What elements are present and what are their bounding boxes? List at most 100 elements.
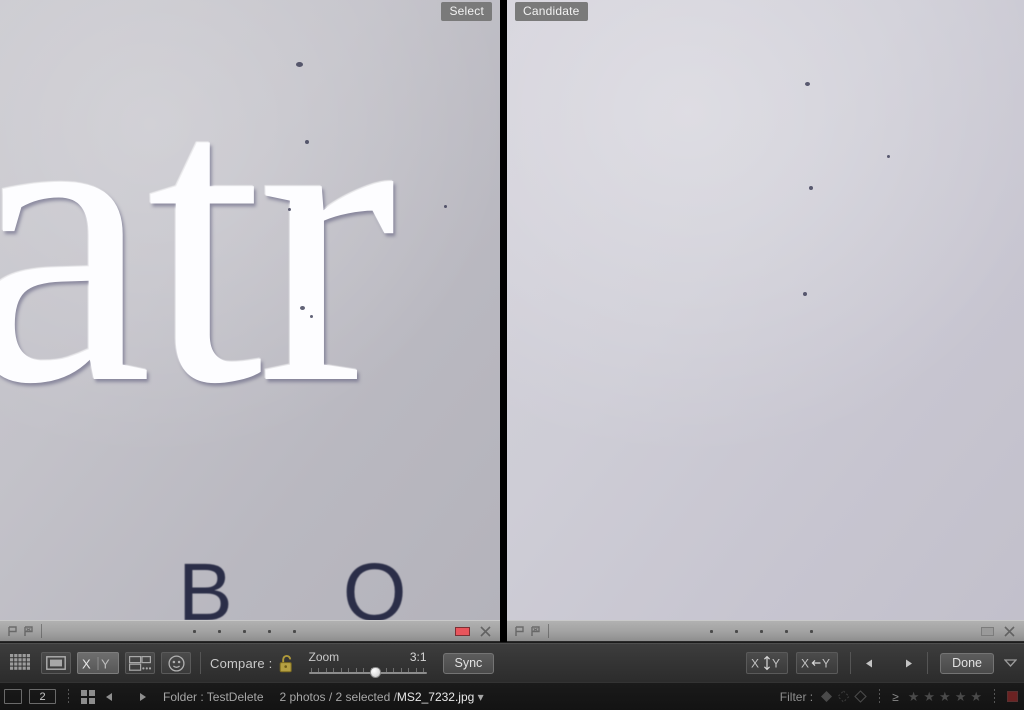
filter-color-label-swatch[interactable] bbox=[1007, 691, 1018, 702]
rating-dot[interactable] bbox=[193, 630, 196, 633]
select-photo-small-text: BO bbox=[178, 552, 500, 620]
swap-x-y-icon: X Y bbox=[750, 655, 784, 671]
flag-rejected-icon[interactable] bbox=[854, 690, 867, 703]
candidate-close-icon[interactable] bbox=[1003, 625, 1016, 638]
arrow-right-icon bbox=[895, 657, 913, 670]
candidate-flag-group bbox=[507, 626, 548, 637]
candidate-pane[interactable]: atr BO Candidate bbox=[507, 0, 1024, 620]
dust-speck bbox=[305, 140, 309, 144]
filter-controls: Filter : ≥ ★ ★ ★ ★ ★ bbox=[780, 689, 1024, 705]
toolbar-separator bbox=[200, 652, 201, 674]
lightroom-compare-window: atr BO Select atr BO Candidate bbox=[0, 0, 1024, 710]
select-photo[interactable]: atr BO bbox=[0, 0, 500, 620]
swap-button[interactable]: X Y bbox=[746, 652, 788, 674]
selection-info: 2 photos / 2 selected /MS2_7232.jpg ▾ bbox=[280, 690, 484, 704]
filter-separator bbox=[994, 689, 995, 705]
select-pane[interactable]: atr BO Select bbox=[0, 0, 500, 620]
caret-down-icon bbox=[1004, 659, 1017, 667]
candidate-pane-label: Candidate bbox=[515, 2, 588, 21]
flag-reject-icon[interactable] bbox=[23, 626, 34, 637]
svg-text:Y: Y bbox=[101, 656, 110, 671]
compare-area: atr BO Select atr BO Candidate bbox=[0, 0, 1024, 620]
candidate-rating-dots[interactable] bbox=[549, 630, 973, 633]
toolbar-separator bbox=[927, 652, 928, 674]
filter-star[interactable]: ★ bbox=[923, 690, 935, 703]
zoom-slider[interactable] bbox=[309, 666, 427, 677]
people-view-button[interactable] bbox=[161, 652, 191, 674]
candidate-color-label-swatch[interactable] bbox=[981, 627, 994, 636]
source-label[interactable]: Folder : TestDelete bbox=[163, 690, 264, 704]
previous-photo-button[interactable] bbox=[863, 653, 885, 673]
loupe-view-button[interactable] bbox=[41, 652, 71, 674]
candidate-photo[interactable]: atr BO bbox=[507, 0, 1024, 620]
rating-dot[interactable] bbox=[268, 630, 271, 633]
main-toolbar: X Y bbox=[0, 643, 1024, 682]
make-select-button[interactable]: X Y bbox=[796, 652, 838, 674]
dust-speck bbox=[310, 315, 313, 318]
rating-dot[interactable] bbox=[243, 630, 246, 633]
loupe-icon bbox=[46, 656, 66, 670]
filter-star[interactable]: ★ bbox=[970, 690, 982, 703]
filter-star[interactable]: ★ bbox=[955, 690, 967, 703]
filter-star-rating[interactable]: ★ ★ ★ ★ ★ bbox=[908, 690, 982, 703]
select-close-icon[interactable] bbox=[479, 625, 492, 638]
filter-rating-operator[interactable]: ≥ bbox=[892, 690, 899, 704]
dust-speck bbox=[809, 186, 813, 190]
grid-view-button[interactable] bbox=[5, 652, 35, 674]
pane-info-bars bbox=[0, 620, 1024, 642]
photo-count-badge[interactable]: 2 bbox=[29, 689, 56, 704]
flag-pick-icon[interactable] bbox=[7, 626, 18, 637]
info-bar-gap bbox=[500, 620, 507, 642]
arrow-left-icon bbox=[865, 657, 883, 670]
zoom-slider-handle[interactable] bbox=[370, 667, 381, 678]
file-menu-caret[interactable]: ▾ bbox=[478, 690, 484, 704]
filter-star[interactable]: ★ bbox=[908, 690, 920, 703]
candidate-info-bar bbox=[507, 620, 1024, 642]
rating-dot[interactable] bbox=[735, 630, 738, 633]
rating-dot[interactable] bbox=[293, 630, 296, 633]
select-rating-dots[interactable] bbox=[42, 630, 447, 633]
dust-speck bbox=[300, 306, 305, 310]
flag-picked-icon[interactable] bbox=[820, 690, 833, 703]
dust-speck bbox=[803, 292, 807, 296]
select-info-bar bbox=[0, 620, 500, 642]
rating-dot[interactable] bbox=[810, 630, 813, 633]
filter-label: Filter : bbox=[780, 690, 813, 704]
sync-button[interactable]: Sync bbox=[443, 653, 495, 674]
toolbar-menu-button[interactable] bbox=[1002, 655, 1018, 671]
rating-dot[interactable] bbox=[760, 630, 763, 633]
candidate-label-group bbox=[973, 625, 1024, 638]
survey-view-button[interactable] bbox=[125, 652, 155, 674]
select-color-label-swatch[interactable] bbox=[455, 627, 470, 636]
dust-speck bbox=[887, 155, 890, 158]
compare-view-button[interactable]: X Y bbox=[77, 652, 119, 674]
filmstrip-grid-icon[interactable] bbox=[81, 690, 95, 704]
people-icon bbox=[168, 655, 185, 672]
zoom-value: 3:1 bbox=[410, 650, 427, 664]
flag-reject-icon[interactable] bbox=[530, 626, 541, 637]
select-label-group bbox=[447, 625, 500, 638]
filmstrip-navigation bbox=[105, 691, 147, 703]
secondary-window-icon[interactable] bbox=[4, 689, 22, 704]
flag-unflagged-icon[interactable] bbox=[837, 690, 850, 703]
done-button[interactable]: Done bbox=[940, 653, 994, 674]
filmstrip-bar: 2 Folder : TestDelete 2 photos / 2 selec… bbox=[0, 682, 1024, 710]
dust-speck bbox=[444, 205, 447, 208]
toolbar-right-group: X Y X Y bbox=[746, 652, 1024, 674]
filmstrip-left-controls: 2 bbox=[0, 689, 147, 705]
pane-divider[interactable] bbox=[500, 0, 507, 620]
unlocked-padlock-icon[interactable] bbox=[279, 654, 295, 673]
rating-dot[interactable] bbox=[710, 630, 713, 633]
rating-dot[interactable] bbox=[218, 630, 221, 633]
svg-text:Y: Y bbox=[822, 657, 830, 671]
current-file-name[interactable]: MS2_7232.jpg bbox=[397, 690, 474, 704]
filter-star[interactable]: ★ bbox=[939, 690, 951, 703]
flag-pick-icon[interactable] bbox=[514, 626, 525, 637]
arrow-left-icon[interactable] bbox=[105, 691, 122, 703]
zoom-control[interactable]: Zoom 3:1 bbox=[309, 650, 427, 677]
next-photo-button[interactable] bbox=[893, 653, 915, 673]
arrow-right-icon[interactable] bbox=[130, 691, 147, 703]
grid-icon bbox=[10, 654, 30, 672]
rating-dot[interactable] bbox=[785, 630, 788, 633]
dust-speck bbox=[805, 82, 810, 86]
